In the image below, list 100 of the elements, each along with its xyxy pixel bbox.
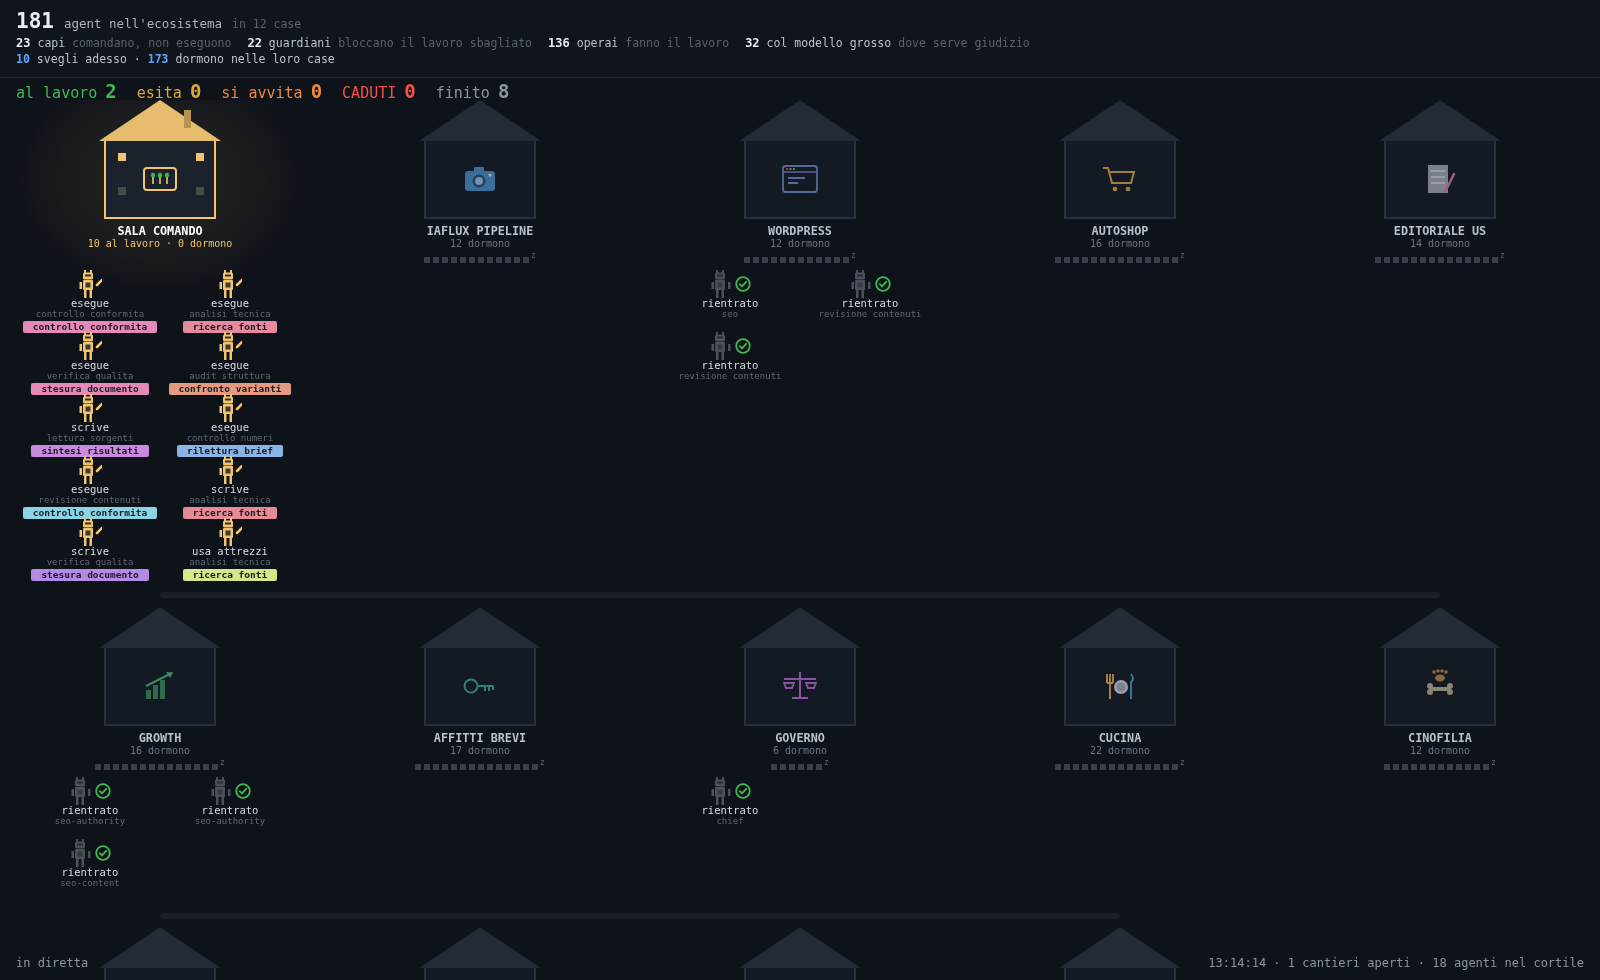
window-icon: [118, 187, 126, 195]
robot-icon: [78, 517, 102, 546]
house-status: 12 dormono: [449, 238, 511, 250]
robot-icon: [218, 331, 242, 360]
status-label: al lavoro: [16, 84, 98, 102]
role-count: 136: [548, 36, 570, 50]
agent-task: controllo numeri: [186, 433, 274, 444]
presence-label: svegli adesso ·: [36, 52, 141, 66]
agent-task: controllo conformita: [35, 309, 145, 320]
agent-status: scrive: [211, 483, 249, 495]
task-tag: confronto varianti: [168, 383, 292, 395]
sleep-mark: z: [220, 759, 225, 767]
status-count: 0: [310, 80, 323, 102]
robot-icon: [218, 269, 242, 298]
house-status: 17 dormono: [449, 745, 511, 757]
house-name: GROWTH: [138, 731, 182, 745]
house-status: 12 dormono: [769, 238, 831, 250]
robot-icon: [218, 517, 242, 546]
live-indicator: in diretta: [16, 956, 89, 970]
role-count: 23: [16, 36, 31, 50]
role-count: 32: [745, 36, 760, 50]
role-description: dove serve giudizio: [898, 36, 1030, 50]
agent-task: analisi tecnica: [189, 309, 271, 320]
presence-label: dormono nelle loro case: [175, 52, 335, 66]
agent-task: seo: [721, 309, 739, 320]
house-name: WORDPRESS: [768, 224, 832, 238]
house-name: EDITORIALE US: [1393, 224, 1487, 238]
robot-icon: [69, 776, 94, 805]
robot-icon: [218, 455, 242, 484]
task-tag: ricerca fonti: [182, 569, 278, 581]
task-tag: ricerca fonti: [182, 321, 278, 333]
role-label: capi: [37, 36, 66, 50]
check-icon: [734, 337, 751, 354]
sleep-mark: z: [531, 252, 536, 260]
window-icon: [118, 153, 126, 161]
presence-count: 173: [147, 52, 169, 66]
house-name: SALA COMANDO: [117, 224, 203, 238]
status-count: 0: [404, 80, 416, 102]
robot-icon: [709, 331, 734, 360]
agent-task: seo-authority: [194, 816, 266, 827]
status-count: 2: [105, 80, 117, 102]
check-icon: [874, 275, 891, 292]
agent-task: audit struttura: [189, 371, 271, 382]
agent-task: seo-content: [60, 878, 120, 889]
role-description: fanno il lavoro: [625, 36, 730, 50]
agent-status: esegue: [71, 297, 109, 309]
robot-icon: [218, 393, 242, 422]
house-name: CUCINA: [1098, 731, 1142, 745]
check-icon: [734, 782, 751, 799]
robot-icon: [78, 331, 102, 360]
agent-status: rientrato: [61, 804, 119, 816]
robot-icon: [709, 269, 734, 298]
role-label: operai: [576, 36, 619, 50]
house-name: GOVERNO: [775, 731, 825, 745]
house-status: 14 dormono: [1409, 238, 1471, 250]
sleep-mark: z: [1500, 252, 1505, 260]
agent-task: seo-authority: [54, 816, 126, 827]
agent-status: rientrato: [201, 804, 259, 816]
house-status: 16 dormono: [1089, 238, 1151, 250]
sleep-mark: z: [1180, 252, 1185, 260]
sleeping-agents-drawing: [771, 764, 823, 770]
role-description: comandano, non eseguono: [72, 36, 232, 50]
task-tag: ricerca fonti: [182, 507, 278, 519]
check-icon: [94, 782, 111, 799]
task-tag: stesura documento: [31, 569, 149, 581]
sleep-mark: z: [1491, 759, 1496, 767]
house-status: 16 dormono: [129, 745, 191, 757]
agent-status: esegue: [71, 359, 109, 371]
robot-icon: [78, 393, 102, 422]
agent-task: lettura sorgenti: [46, 433, 134, 444]
robot-icon: [78, 455, 102, 484]
status-label: CADUTI: [342, 84, 397, 102]
status-label: esita: [136, 84, 182, 102]
role-description: bloccano il lavoro sbagliato: [338, 36, 533, 50]
robot-icon: [69, 838, 94, 867]
agent-status: usa attrezzi: [192, 545, 268, 557]
house-status: 10 al lavoro · 0 dormono: [87, 238, 233, 250]
agent-status: esegue: [211, 421, 249, 433]
agent-task: analisi tecnica: [189, 557, 271, 568]
agent-status: rientrato: [61, 866, 119, 878]
sleep-mark: z: [851, 252, 856, 260]
robot-icon: [709, 776, 734, 805]
sleep-mark: z: [824, 759, 829, 767]
agent-task: revisione contenuti: [678, 371, 782, 382]
robot-icon: [849, 269, 874, 298]
house-name: IAFLUX PIPELINE: [426, 224, 534, 238]
house-status: 22 dormono: [1089, 745, 1151, 757]
house-name: CINOFILIA: [1408, 731, 1472, 745]
role-label: guardiani: [268, 36, 332, 50]
check-icon: [734, 275, 751, 292]
agent-status: rientrato: [841, 297, 899, 309]
agent-status: scrive: [71, 421, 109, 433]
agent-task: revisione contenuti: [818, 309, 922, 320]
robot-icon: [78, 269, 102, 298]
task-tag: sintesi risultati: [31, 445, 149, 457]
window-icon: [196, 187, 204, 195]
agent-status: rientrato: [701, 359, 759, 371]
title: agent nell'ecosistema: [63, 16, 222, 31]
status-label: si avvita: [221, 84, 303, 102]
house-name: AUTOSHOP: [1091, 224, 1149, 238]
